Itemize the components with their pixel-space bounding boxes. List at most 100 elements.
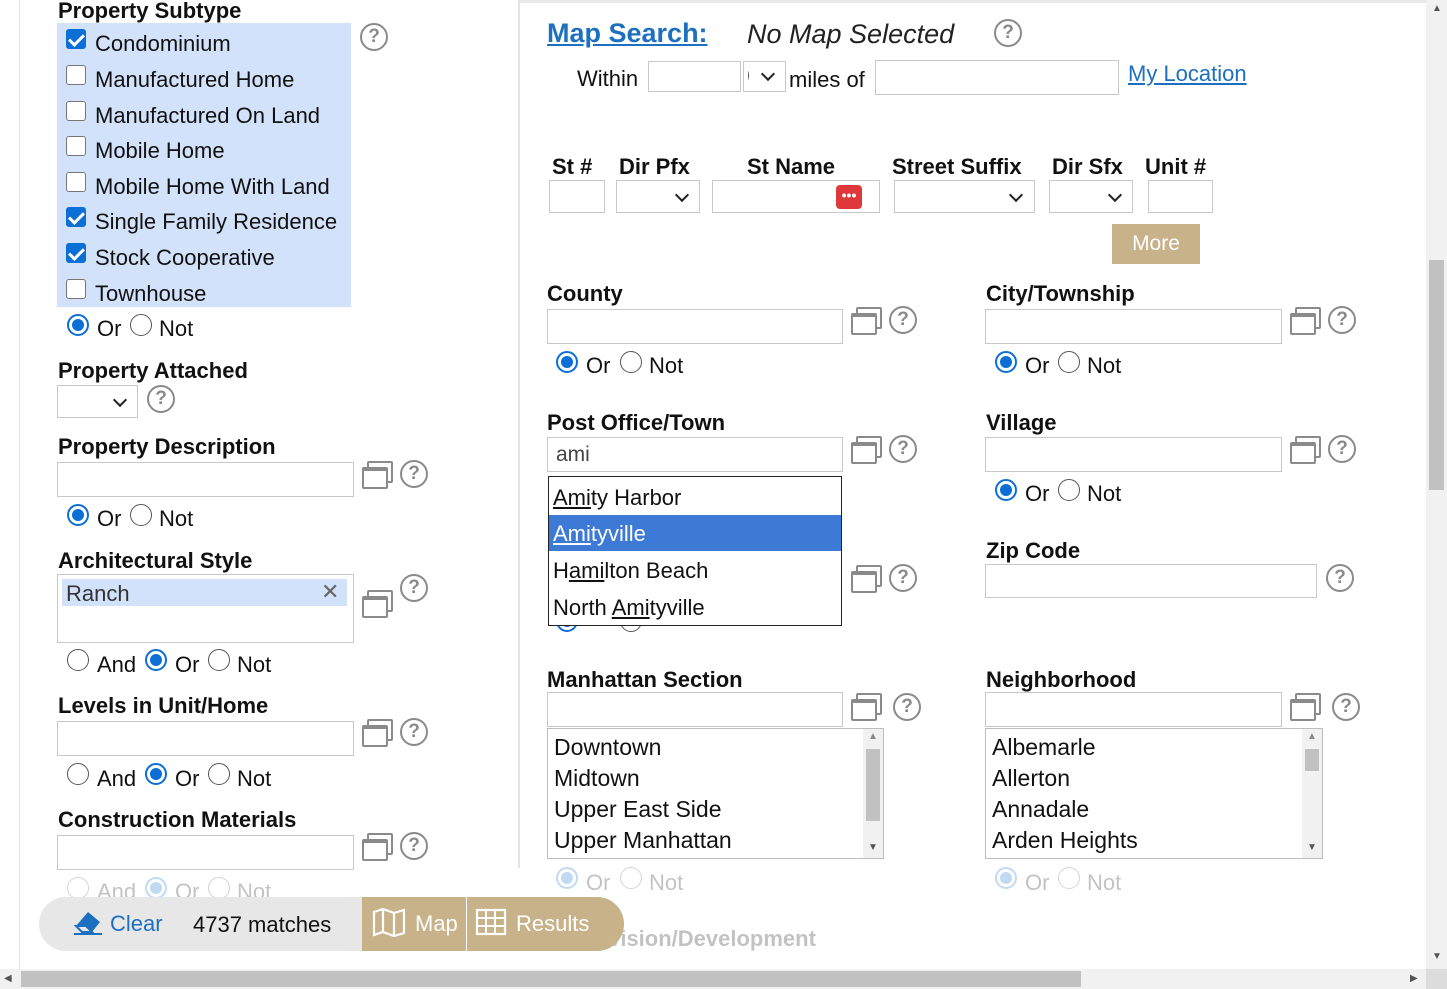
autocomplete-option[interactable]: Hamilton Beach (549, 552, 841, 588)
more-button[interactable]: More (1112, 224, 1200, 264)
village-or-radio[interactable] (995, 479, 1017, 501)
county-not-radio[interactable] (620, 351, 642, 373)
list-item[interactable]: Downtown (554, 734, 661, 761)
picklist-icon[interactable] (851, 307, 882, 335)
checkbox[interactable] (66, 29, 86, 49)
city-township-input[interactable] (985, 309, 1282, 344)
construction-materials-input[interactable] (57, 835, 354, 870)
checkbox[interactable] (66, 172, 86, 192)
help-icon[interactable]: ? (400, 574, 428, 602)
autocomplete-option[interactable]: North Amityville (549, 589, 841, 625)
manhattan-not-radio[interactable] (620, 867, 642, 889)
within-distance-input[interactable] (648, 61, 741, 92)
arch-and-radio[interactable] (67, 649, 89, 671)
checkbox[interactable] (66, 207, 86, 227)
scroll-down-icon[interactable]: ▼ (1432, 951, 1442, 962)
list-item[interactable]: Albemarle (992, 734, 1096, 761)
list-item[interactable]: Arden Heights (992, 827, 1138, 854)
checkbox[interactable] (66, 279, 86, 299)
help-icon[interactable]: ? (1326, 564, 1354, 592)
materials-and-radio[interactable] (67, 877, 89, 899)
scroll-thumb[interactable] (1305, 749, 1319, 771)
page-vertical-scrollbar[interactable]: ▲ ▼ (1426, 0, 1447, 969)
picklist-icon[interactable] (851, 565, 882, 593)
help-icon[interactable]: ? (400, 718, 428, 746)
subtype-not-radio[interactable] (130, 314, 152, 336)
distance-unit-select[interactable]: ( (743, 61, 786, 92)
results-button[interactable]: Results (467, 897, 624, 951)
help-icon[interactable]: ? (889, 435, 917, 463)
autocomplete-option[interactable]: Amity Harbor (549, 479, 841, 515)
st-num-input[interactable] (549, 180, 605, 213)
help-icon[interactable]: ? (1328, 306, 1356, 334)
scroll-thumb[interactable] (866, 749, 880, 821)
levels-not-radio[interactable] (208, 763, 230, 785)
county-or-radio[interactable] (556, 351, 578, 373)
help-icon[interactable]: ? (1328, 435, 1356, 463)
autocomplete-option-selected[interactable]: Amityville (549, 515, 841, 551)
neighborhood-not-radio[interactable] (1058, 867, 1080, 889)
picklist-icon[interactable] (1290, 436, 1321, 464)
autofill-icon[interactable]: ••• (836, 185, 862, 209)
checkbox[interactable] (66, 101, 86, 121)
help-icon[interactable]: ? (1332, 693, 1360, 721)
help-icon[interactable]: ? (147, 385, 175, 413)
checkbox[interactable] (66, 65, 86, 85)
scroll-up-icon[interactable]: ▲ (1307, 731, 1317, 742)
list-item[interactable]: Midtown (554, 765, 640, 792)
scroll-right-icon[interactable]: ▶ (1410, 973, 1418, 984)
unit-input[interactable] (1148, 180, 1213, 213)
levels-and-radio[interactable] (67, 763, 89, 785)
neighborhood-input[interactable] (985, 692, 1282, 727)
post-office-input[interactable]: ami (547, 437, 843, 472)
city-not-radio[interactable] (1058, 351, 1080, 373)
subtype-or-radio[interactable] (67, 314, 89, 336)
description-or-radio[interactable] (67, 504, 89, 526)
neighborhood-or-radio[interactable] (995, 867, 1017, 889)
map-search-title[interactable]: Map Search: (547, 18, 708, 49)
picklist-icon[interactable] (851, 436, 882, 464)
picklist-icon[interactable] (362, 461, 393, 489)
my-location-link[interactable]: My Location (1128, 61, 1247, 87)
levels-or-radio[interactable] (145, 763, 167, 785)
village-input[interactable] (985, 437, 1282, 472)
levels-input[interactable] (57, 721, 354, 756)
clear-button[interactable]: Clear (39, 897, 199, 951)
city-or-radio[interactable] (995, 351, 1017, 373)
listbox-scrollbar[interactable]: ▲ ▼ (1302, 729, 1322, 858)
help-icon[interactable]: ? (893, 693, 921, 721)
description-not-radio[interactable] (130, 504, 152, 526)
scroll-up-icon[interactable]: ▲ (868, 731, 878, 742)
picklist-icon[interactable] (362, 719, 393, 747)
page-horizontal-scrollbar[interactable]: ◀ ▶ (0, 969, 1426, 989)
help-icon[interactable]: ? (889, 306, 917, 334)
materials-or-radio[interactable] (145, 877, 167, 899)
help-icon[interactable]: ? (994, 19, 1022, 47)
checkbox[interactable] (66, 136, 86, 156)
dir-sfx-select[interactable] (1049, 180, 1133, 213)
list-item[interactable]: Annadale (992, 796, 1089, 823)
location-input[interactable] (875, 60, 1119, 95)
picklist-icon[interactable] (1290, 307, 1321, 335)
scroll-up-icon[interactable]: ▲ (1432, 3, 1442, 14)
materials-not-radio[interactable] (208, 877, 230, 899)
property-attached-select[interactable] (57, 385, 138, 418)
picklist-icon[interactable] (1290, 693, 1321, 721)
scroll-down-icon[interactable]: ▼ (1307, 842, 1317, 853)
county-input[interactable] (547, 309, 843, 344)
manhattan-section-listbox[interactable]: Downtown Midtown Upper East Side Upper M… (547, 728, 884, 859)
st-name-input[interactable]: ••• (712, 180, 880, 213)
zip-code-input[interactable] (985, 564, 1317, 598)
listbox-scrollbar[interactable]: ▲ ▼ (863, 729, 883, 858)
list-item[interactable]: Upper East Side (554, 796, 721, 823)
manhattan-or-radio[interactable] (556, 867, 578, 889)
close-icon[interactable]: ✕ (321, 579, 339, 605)
arch-not-radio[interactable] (208, 649, 230, 671)
street-suffix-select[interactable] (894, 180, 1035, 213)
dir-pfx-select[interactable] (616, 180, 700, 213)
help-icon[interactable]: ? (400, 832, 428, 860)
picklist-icon[interactable] (362, 833, 393, 861)
checkbox[interactable] (66, 243, 86, 263)
neighborhood-listbox[interactable]: Albemarle Allerton Annadale Arden Height… (985, 728, 1323, 859)
picklist-icon[interactable] (851, 693, 882, 721)
